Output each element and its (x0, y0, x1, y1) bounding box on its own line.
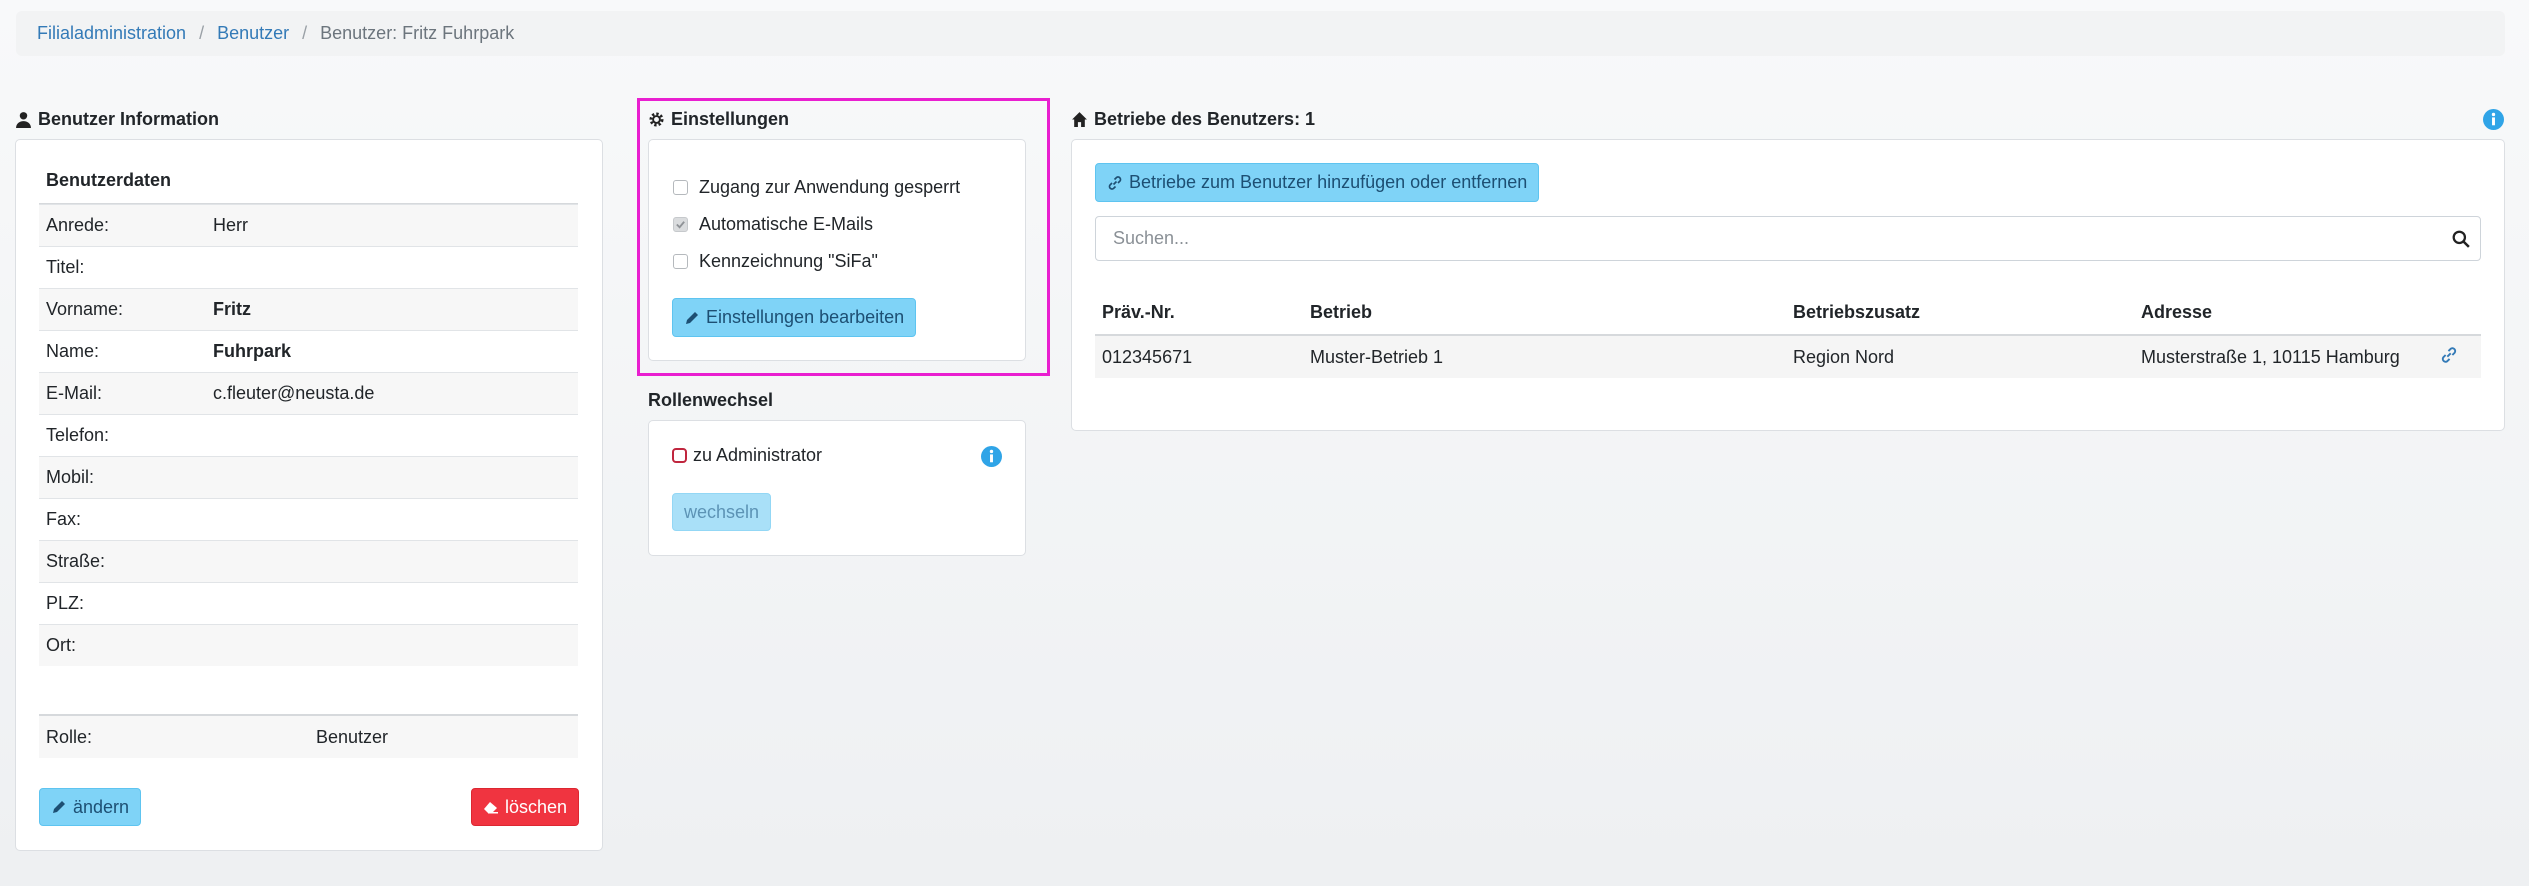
table-row: Mobil: (39, 456, 578, 499)
user-info-title-text: Benutzer Information (38, 109, 220, 129)
table-row: E-Mail: c.fleuter@neusta.de (39, 372, 578, 415)
field-value-plz (206, 582, 578, 625)
role-switch-title-text: Rollenwechsel (648, 390, 774, 410)
field-value-ort (206, 624, 578, 666)
field-label: Vorname: (39, 288, 206, 331)
field-label: E-Mail: (39, 372, 206, 415)
role-value: Benutzer (316, 726, 389, 747)
breadcrumb: Filialadministration / Benutzer / Benutz… (16, 11, 2505, 56)
switch-role-button[interactable]: wechseln (672, 493, 772, 531)
table-row: 012345671 Muster-Betrieb 1 Region Nord M… (1095, 335, 2481, 378)
role-label: Rolle: (46, 726, 93, 747)
cell-betrieb: Muster-Betrieb 1 (1303, 335, 1786, 378)
search-field[interactable] (1095, 216, 2481, 261)
info-icon[interactable] (2483, 109, 2504, 130)
field-label: Titel: (39, 246, 206, 289)
checkbox-admin[interactable] (672, 448, 687, 463)
column-header: Präv.-Nr. (1095, 290, 1303, 336)
home-icon (1072, 112, 1087, 127)
highlight-frame (637, 98, 1050, 376)
role-switch-title: Rollenwechsel (648, 390, 773, 411)
user-icon (16, 112, 31, 128)
table-row: Anrede: Herr (39, 204, 578, 247)
breadcrumb-separator: / (199, 23, 205, 43)
edit-user-button[interactable]: ändern (39, 788, 142, 826)
cell-betriebszusatz: Region Nord (1786, 335, 2134, 378)
field-value-fax (206, 498, 578, 541)
edit-user-label: ändern (73, 796, 130, 817)
table-row: Titel: (39, 246, 578, 289)
table-row: Name: Fuhrpark (39, 330, 578, 373)
field-value-mobil (206, 456, 578, 499)
table-row: Telefon: (39, 414, 578, 457)
field-label: Straße: (39, 540, 206, 583)
table-row: PLZ: (39, 582, 578, 625)
field-label: Mobil: (39, 456, 206, 499)
delete-user-button[interactable]: löschen (471, 788, 580, 826)
field-label: Telefon: (39, 414, 206, 457)
column-header-actions (2433, 290, 2481, 336)
link-icon (1108, 175, 1122, 190)
search-icon[interactable] (2452, 230, 2470, 248)
field-value-anrede: Herr (206, 204, 578, 247)
field-value-strasse (206, 540, 578, 583)
manage-businesses-button[interactable]: Betriebe zum Benutzer hinzufügen oder en… (1095, 163, 1540, 202)
breadcrumb-link-benutzer[interactable]: Benutzer (217, 23, 289, 44)
role-row: Rolle: Benutzer (39, 714, 578, 758)
table-row: Fax: (39, 498, 578, 541)
column-header: Betrieb (1303, 290, 1786, 336)
field-label: Fax: (39, 498, 206, 541)
pencil-icon (53, 801, 65, 813)
businesses-card: Betriebe zum Benutzer hinzufügen oder en… (1071, 139, 2505, 431)
user-info-title: Benutzer Information (15, 109, 219, 130)
field-label: Anrede: (39, 204, 206, 247)
role-switch-card: zu Administrator wechseln (648, 420, 1026, 556)
delete-user-label: löschen (505, 796, 568, 817)
cell-prev-nr: 012345671 (1095, 335, 1303, 378)
field-value-vorname: Fritz (206, 288, 578, 331)
user-data-heading: Benutzerdaten (46, 170, 172, 190)
table-header-row: Präv.-Nr. Betrieb Betriebszusatz Adresse (1095, 290, 2481, 336)
field-value-name: Fuhrpark (206, 330, 578, 373)
field-value-titel (206, 246, 578, 289)
breadcrumb-link-filialadministration[interactable]: Filialadministration (37, 23, 186, 44)
breadcrumb-separator: / (302, 23, 308, 43)
column-header: Betriebszusatz (1786, 290, 2134, 336)
field-value-telefon (206, 414, 578, 457)
table-row: Ort: (39, 624, 578, 666)
businesses-title-text: Betriebe des Benutzers: 1 (1094, 109, 1316, 129)
link-icon[interactable] (2440, 346, 2458, 364)
manage-businesses-label: Betriebe zum Benutzer hinzufügen oder en… (1129, 172, 1528, 192)
field-label: PLZ: (39, 582, 206, 625)
role-option-admin-label: zu Administrator (693, 445, 823, 465)
user-info-card: Benutzerdaten Anrede: Herr Titel: Vorname… (15, 139, 603, 851)
role-option-admin[interactable]: zu Administrator (672, 445, 822, 466)
businesses-title: Betriebe des Benutzers: 1 (1071, 109, 1315, 130)
switch-role-label: wechseln (684, 501, 760, 522)
info-icon[interactable] (981, 446, 1002, 467)
field-value-email: c.fleuter@neusta.de (206, 372, 578, 415)
column-header: Adresse (2134, 290, 2433, 336)
businesses-table: Präv.-Nr. Betrieb Betriebszusatz Adresse… (1095, 290, 2481, 378)
field-label: Name: (39, 330, 206, 373)
table-row: Straße: (39, 540, 578, 583)
eraser-icon (484, 802, 498, 814)
table-row: Vorname: Fritz (39, 288, 578, 331)
breadcrumb-current: Benutzer: Fritz Fuhrpark (320, 23, 515, 43)
cell-adresse: Musterstraße 1, 10115 Hamburg (2134, 335, 2433, 378)
search-input[interactable] (1111, 227, 2452, 250)
user-data-table: Anrede: Herr Titel: Vorname: Fritz Name: Fu… (39, 204, 578, 666)
field-label: Ort: (39, 624, 206, 666)
cell-actions (2433, 335, 2481, 378)
